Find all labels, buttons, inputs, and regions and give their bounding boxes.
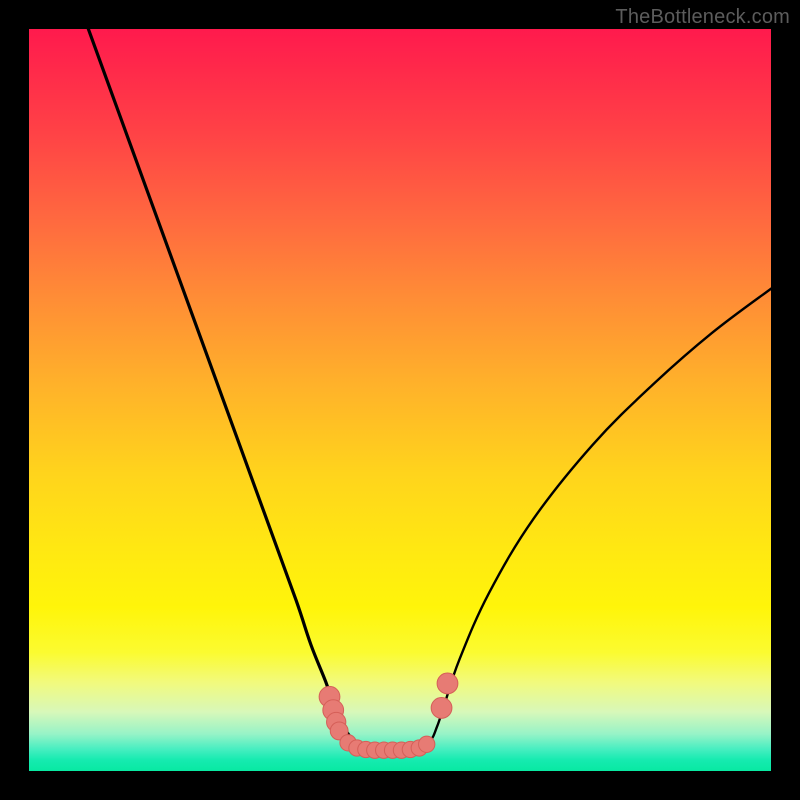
series-group xyxy=(88,29,771,749)
marker-group xyxy=(319,673,458,758)
chart-svg xyxy=(29,29,771,771)
data-marker xyxy=(419,736,435,752)
plot-area xyxy=(29,29,771,771)
data-marker xyxy=(431,698,452,719)
watermark-text: TheBottleneck.com xyxy=(615,6,790,29)
outer-frame: TheBottleneck.com xyxy=(0,0,800,800)
data-marker xyxy=(437,673,458,694)
curve-left-branch xyxy=(88,29,385,749)
